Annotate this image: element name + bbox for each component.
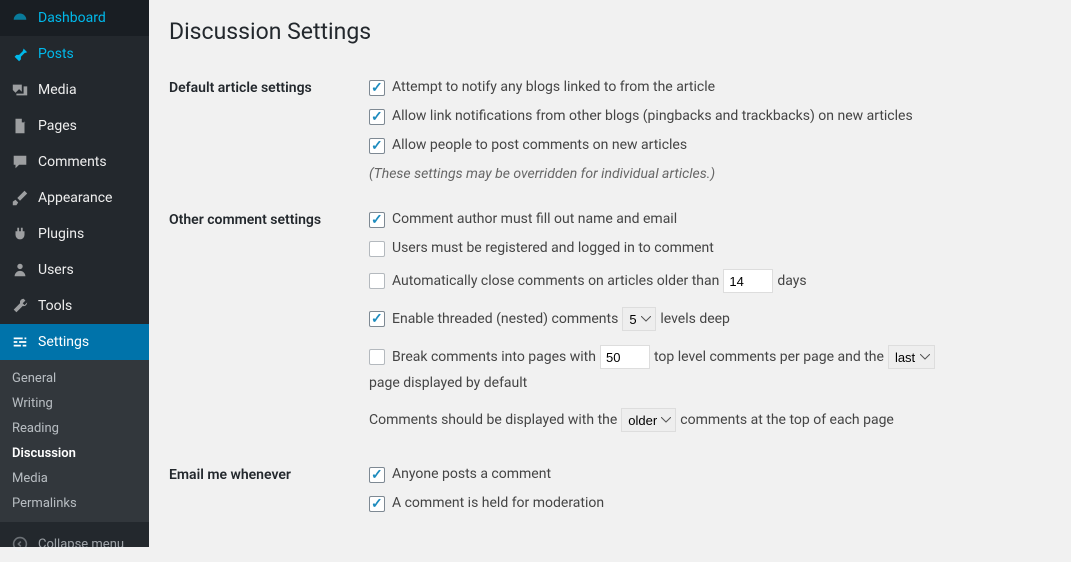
- sidebar-item-users[interactable]: Users: [0, 252, 149, 288]
- opt-require-name-email[interactable]: Comment author must fill out name and em…: [369, 209, 677, 230]
- sidebar-item-label: Users: [38, 262, 74, 278]
- section-heading-other: Other comment settings: [169, 197, 369, 452]
- sidebar-item-label: Settings: [38, 334, 89, 350]
- submenu-permalinks[interactable]: Permalinks: [0, 491, 149, 516]
- checkbox-email-on-moderation[interactable]: [369, 496, 385, 512]
- checkbox-paginate[interactable]: [369, 349, 385, 365]
- sidebar-item-plugins[interactable]: Plugins: [0, 216, 149, 252]
- dashboard-icon: [10, 8, 30, 28]
- opt-threaded[interactable]: Enable threaded (nested) comments: [369, 309, 618, 330]
- opt-allow-comments[interactable]: Allow people to post comments on new art…: [369, 135, 687, 156]
- opt-notify-blogs[interactable]: Attempt to notify any blogs linked to fr…: [369, 77, 715, 98]
- wrench-icon: [10, 296, 30, 316]
- collapse-icon: [10, 534, 30, 554]
- media-icon: [10, 80, 30, 100]
- section-heading-before: Before a comment appears: [169, 534, 369, 547]
- checkbox-require-name-email[interactable]: [369, 212, 385, 228]
- checkbox-notify-blogs[interactable]: [369, 80, 385, 96]
- sidebar-item-label: Tools: [38, 298, 72, 314]
- settings-submenu: General Writing Reading Discussion Media…: [0, 360, 149, 522]
- opt-require-registration[interactable]: Users must be registered and logged in t…: [369, 238, 714, 259]
- collapse-menu-button[interactable]: Collapse menu: [0, 526, 149, 562]
- brush-icon: [10, 188, 30, 208]
- select-default-page[interactable]: last: [888, 345, 935, 369]
- section-heading-default: Default article settings: [169, 65, 369, 197]
- input-per-page[interactable]: [600, 345, 650, 369]
- sidebar-item-label: Comments: [38, 154, 107, 170]
- opt-allow-pingbacks[interactable]: Allow link notifications from other blog…: [369, 106, 913, 127]
- sidebar-item-label: Media: [38, 82, 77, 98]
- sidebar-item-dashboard[interactable]: Dashboard: [0, 0, 149, 36]
- sidebar-item-label: Dashboard: [38, 10, 106, 26]
- sidebar-item-appearance[interactable]: Appearance: [0, 180, 149, 216]
- opt-email-on-post[interactable]: Anyone posts a comment: [369, 464, 551, 485]
- pages-icon: [10, 116, 30, 136]
- user-icon: [10, 260, 30, 280]
- settings-form-table: Default article settings Attempt to noti…: [169, 65, 1051, 547]
- sliders-icon: [10, 332, 30, 352]
- page-title: Discussion Settings: [169, 18, 1051, 45]
- checkbox-allow-comments[interactable]: [369, 138, 385, 154]
- plug-icon: [10, 224, 30, 244]
- select-thread-depth[interactable]: 5: [622, 307, 656, 331]
- checkbox-require-registration[interactable]: [369, 241, 385, 257]
- admin-sidebar: Dashboard Posts Media Pages Comments App…: [0, 0, 149, 547]
- submenu-discussion[interactable]: Discussion: [0, 441, 149, 466]
- checkbox-threaded[interactable]: [369, 311, 385, 327]
- sidebar-item-label: Appearance: [38, 190, 112, 206]
- sidebar-item-pages[interactable]: Pages: [0, 108, 149, 144]
- sidebar-item-label: Plugins: [38, 226, 84, 242]
- submenu-writing[interactable]: Writing: [0, 391, 149, 416]
- sidebar-item-posts[interactable]: Posts: [0, 36, 149, 72]
- input-close-days[interactable]: [723, 269, 773, 293]
- sidebar-item-media[interactable]: Media: [0, 72, 149, 108]
- opt-paginate[interactable]: Break comments into pages with: [369, 347, 596, 368]
- submenu-general[interactable]: General: [0, 366, 149, 391]
- pin-icon: [10, 44, 30, 64]
- checkbox-auto-close[interactable]: [369, 273, 385, 289]
- submenu-media[interactable]: Media: [0, 466, 149, 491]
- sidebar-item-label: Posts: [38, 46, 74, 62]
- checkbox-email-on-post[interactable]: [369, 467, 385, 483]
- select-comment-order[interactable]: older: [621, 408, 676, 432]
- sidebar-item-label: Pages: [38, 118, 77, 134]
- collapse-label: Collapse menu: [38, 537, 124, 552]
- sidebar-item-tools[interactable]: Tools: [0, 288, 149, 324]
- opt-auto-close[interactable]: Automatically close comments on articles…: [369, 271, 719, 292]
- comment-icon: [10, 152, 30, 172]
- override-note: (These settings may be overridden for in…: [369, 164, 1041, 185]
- section-heading-email: Email me whenever: [169, 452, 369, 534]
- opt-email-on-moderation[interactable]: A comment is held for moderation: [369, 493, 604, 514]
- submenu-reading[interactable]: Reading: [0, 416, 149, 441]
- sidebar-item-settings[interactable]: Settings: [0, 324, 149, 360]
- settings-content: Discussion Settings Default article sett…: [149, 0, 1071, 547]
- sidebar-item-comments[interactable]: Comments: [0, 144, 149, 180]
- checkbox-allow-pingbacks[interactable]: [369, 109, 385, 125]
